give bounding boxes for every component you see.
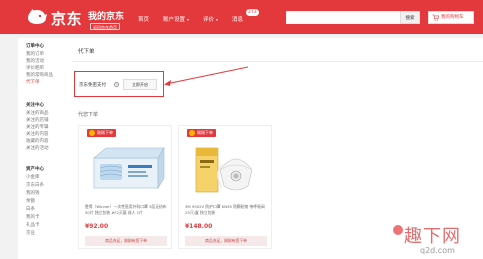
sidebar-item-jd-beans[interactable]: 京豆 — [26, 230, 35, 236]
sidebar-item-proxy-order[interactable]: 代下单 — [26, 79, 40, 85]
page: 京东 我的京东 返回京东首页 首页 账户设置 ▾ 评价 ▾ 消息 273 搜索 我的… — [0, 0, 483, 259]
badge-dot-icon — [89, 130, 95, 136]
sidebar-item-followed-albums[interactable]: 关注的专辑 — [26, 124, 49, 130]
page-title: 代下单 — [78, 49, 95, 55]
product-image[interactable] — [186, 140, 266, 198]
sidebar-item-my-activities[interactable]: 我的活动 — [26, 58, 44, 64]
sidebar-item-saved-content[interactable]: 收藏的内容 — [26, 138, 49, 144]
nav-messages[interactable]: 消息 — [232, 15, 243, 23]
watermark-text: 趣下网 — [404, 226, 461, 247]
section-title: 代您下单 — [78, 112, 99, 118]
help-icon[interactable]: ? — [114, 82, 119, 87]
search-button[interactable]: 搜索 — [400, 11, 420, 24]
sidebar-item-baitiao-2[interactable]: 白条 — [26, 206, 35, 212]
product-price: ¥92.00 — [85, 223, 109, 230]
ordered-badge: 刚刚下单 — [87, 129, 116, 137]
sidebar-item-followed-products[interactable]: 关注的商品 — [26, 110, 49, 116]
search-input[interactable] — [286, 11, 402, 24]
sidebar-item-followed-activities[interactable]: 关注的活动 — [26, 145, 49, 151]
payment-auth-highlight: 京东免密支付 ? 立即开启 — [74, 71, 164, 97]
sidebar-item-baitiao[interactable]: 京东白条 — [26, 182, 44, 188]
cart-button[interactable]: 我的购物车 — [428, 11, 474, 24]
enable-now-button[interactable]: 立即开启 — [123, 79, 157, 90]
chevron-down-icon: ▾ — [187, 17, 190, 22]
product-description[interactable]: 3M 9502V 防护口罩 KN95 防颗粒物 带呼吸阀 25只/盒 独立包装 — [185, 204, 267, 216]
my-jd-title[interactable]: 我的京东 — [88, 9, 124, 22]
sidebar-item-followed-content[interactable]: 关注的内容 — [26, 131, 49, 137]
nav-home[interactable]: 首页 — [138, 15, 149, 23]
product-card[interactable]: 刚刚下单 胜得（Winner）一次性医用外科口罩 3层无纺布50片 独立包装 #… — [78, 125, 172, 249]
sidebar-group-assets: 资产中心 — [26, 167, 44, 172]
sidebar-group-follow: 关注中心 — [26, 103, 44, 108]
top-header: 京东 我的京东 返回京东首页 首页 账户设置 ▾ 评价 ▾ 消息 273 搜索 我的… — [0, 0, 483, 34]
sidebar-item-frequent-products[interactable]: 我的常购商品 — [26, 72, 53, 78]
sidebar-item-reviews[interactable]: 评价晒单 — [26, 65, 44, 71]
order-status-button[interactable]: 商品充足，刚刚有您下单 — [85, 236, 167, 246]
logo-text: 京东 — [51, 10, 83, 28]
nav-reviews[interactable]: 评价 ▾ — [203, 15, 218, 23]
product-price: ¥148.00 — [185, 223, 213, 230]
message-count-badge: 273 — [246, 9, 259, 16]
sidebar-item-followed-shops[interactable]: 关注的店铺 — [26, 117, 49, 123]
sidebar: 订单中心 我的订单 我的活动 评价晒单 我的常购商品 代下单 关注中心 关注的商… — [18, 38, 72, 259]
nav-account-settings[interactable]: 账户设置 ▾ — [163, 15, 189, 23]
badge-dot-icon — [189, 130, 195, 136]
sidebar-item-balance[interactable]: 余额 — [26, 198, 35, 204]
chevron-down-icon: ▾ — [216, 17, 219, 22]
sidebar-item-my-money[interactable]: 我的钱 — [26, 190, 40, 196]
product-description[interactable]: 胜得（Winner）一次性医用外科口罩 3层无纺布50片 独立包装 #F2灭菌 … — [85, 204, 167, 216]
ordered-badge: 刚刚下单 — [187, 129, 216, 137]
order-status-button[interactable]: 商品充足，刚刚有您下单 — [185, 236, 267, 246]
back-to-home-link[interactable]: 返回京东首页 — [90, 23, 120, 30]
sidebar-group-orders: 订单中心 — [26, 44, 44, 49]
jd-dog-icon — [28, 9, 47, 24]
cart-icon — [432, 14, 439, 21]
sidebar-item-my-cards[interactable]: 我的卡 — [26, 214, 40, 220]
divider — [72, 61, 483, 62]
sidebar-item-small-vault[interactable]: 小金库 — [26, 174, 40, 180]
jd-logo[interactable]: 京东 — [26, 6, 82, 28]
watermark-url: q2d.com — [420, 246, 455, 255]
cart-label: 我的购物车 — [441, 15, 464, 20]
password-free-pay-label: 京东免密支付 — [79, 83, 106, 88]
sidebar-item-my-orders[interactable]: 我的订单 — [26, 51, 44, 57]
product-image[interactable] — [86, 140, 166, 198]
product-card[interactable]: 刚刚下单 3M 9502V 防护口罩 KN95 防颗粒物 带呼吸阀 25只/盒 … — [178, 125, 272, 249]
sidebar-item-gift-cards[interactable]: 礼品卡 — [26, 222, 40, 228]
